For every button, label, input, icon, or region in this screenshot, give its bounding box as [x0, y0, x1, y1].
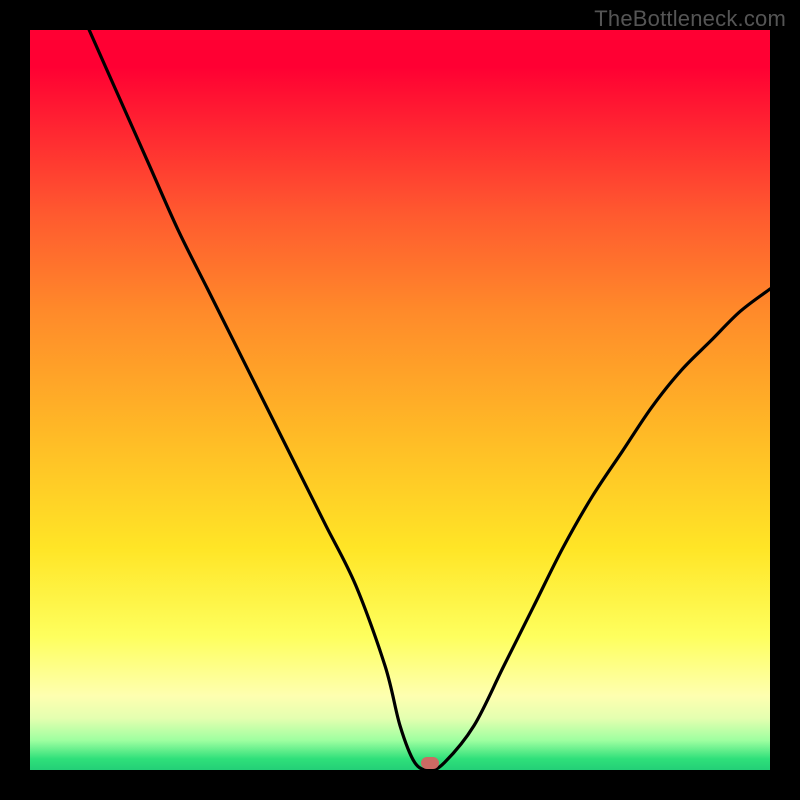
plot-area — [30, 30, 770, 770]
chart-frame: TheBottleneck.com — [0, 0, 800, 800]
watermark-text: TheBottleneck.com — [594, 6, 786, 32]
bottleneck-curve — [89, 30, 770, 770]
optimum-marker — [421, 757, 439, 769]
curve-layer — [30, 30, 770, 770]
